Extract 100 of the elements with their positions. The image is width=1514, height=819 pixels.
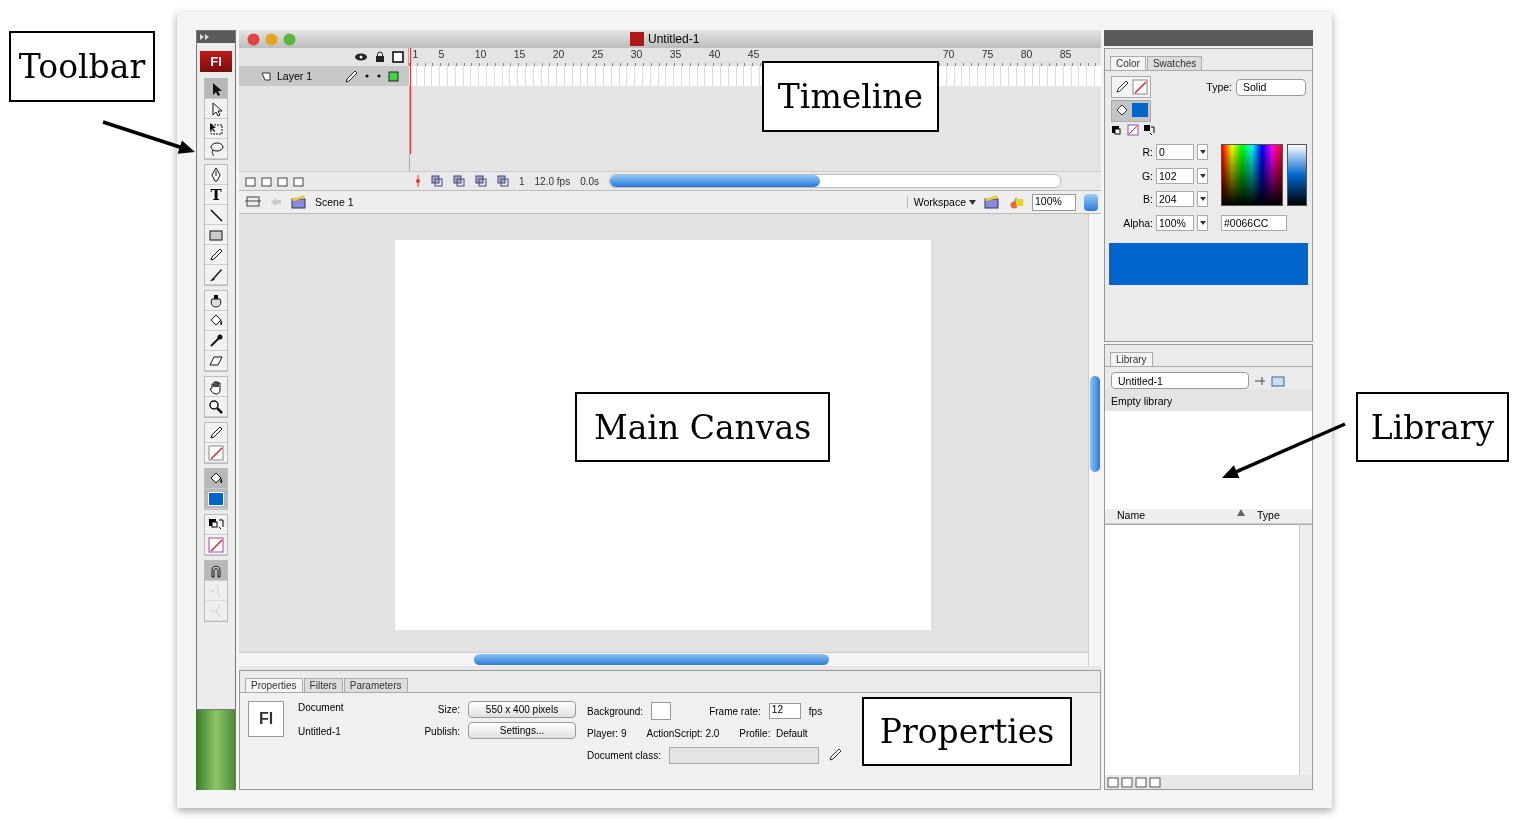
folder-icon (277, 175, 288, 187)
tool-button[interactable] (205, 561, 227, 581)
fps-label: fps (808, 705, 823, 717)
new-symbol-icon (1107, 776, 1119, 788)
column-header[interactable]: Type (1245, 509, 1280, 523)
background-color-swatch[interactable] (651, 702, 672, 720)
dot-icon (376, 73, 382, 79)
new-layer-icon (245, 175, 256, 187)
scene-icon (291, 194, 307, 210)
panel-tab[interactable]: Filters (303, 678, 343, 692)
callout-label: Main Canvas (575, 392, 830, 462)
library-dropdown[interactable]: Untitled-1 (1111, 372, 1249, 389)
tool-button[interactable] (205, 245, 227, 265)
layer-row[interactable]: Layer 1 (239, 66, 409, 86)
panel-tab[interactable]: Parameters (343, 678, 408, 692)
dropdown-button[interactable] (1197, 167, 1208, 184)
tool-button[interactable] (205, 331, 227, 351)
tool-button[interactable] (205, 469, 227, 489)
settings-button[interactable]: Settings... (468, 722, 576, 739)
channel-field[interactable]: 102 (1156, 167, 1194, 184)
workspace-menu[interactable]: Workspace (913, 196, 966, 208)
tool-button[interactable] (205, 311, 227, 331)
horizontal-scrollbar[interactable] (239, 652, 1088, 666)
new-library-icon (1271, 373, 1285, 388)
tool-button[interactable] (205, 515, 227, 535)
type-dropdown[interactable]: Solid (1236, 78, 1306, 96)
channel-field[interactable]: 100% (1156, 214, 1194, 231)
document-type: Document (298, 701, 345, 715)
panel-tab[interactable]: Color (1110, 56, 1146, 70)
pencil-icon (345, 69, 358, 83)
column-header[interactable]: Name (1105, 509, 1237, 523)
zoom-button-icon (283, 32, 296, 46)
pencil-icon (208, 246, 224, 263)
tool-button[interactable] (205, 165, 227, 185)
brightness-gradient[interactable] (1287, 144, 1307, 206)
tool-button[interactable] (205, 139, 227, 159)
channel-field[interactable]: 0 (1156, 144, 1194, 161)
callout-label: Library (1356, 392, 1509, 462)
document-class-field[interactable] (668, 746, 819, 764)
color-spectrum[interactable] (1221, 144, 1283, 206)
panel-tab[interactable]: Properties (245, 678, 303, 692)
size-button[interactable]: 550 x 400 pixels (468, 701, 576, 718)
tool-button[interactable] (205, 119, 227, 139)
frame-number: 80 (1019, 48, 1034, 60)
document-icon: Fl (248, 701, 284, 737)
stroke-color-icon (208, 444, 224, 461)
channel-label: B: (1142, 193, 1153, 206)
dropdown-button[interactable] (1197, 214, 1208, 231)
frame-rate-field[interactable]: 12 (768, 703, 801, 719)
tool-button[interactable] (205, 265, 227, 285)
frame-number: 10 (473, 48, 488, 60)
window-title: Untitled-1 (648, 32, 700, 46)
zoom-field[interactable]: 100% (1032, 193, 1076, 211)
stroke-color-icon (1132, 79, 1148, 95)
layer-icon (261, 70, 271, 82)
line-icon (208, 206, 224, 223)
frame-number: 40 (707, 48, 722, 60)
close-button-icon (247, 32, 260, 46)
document-class-label: Document class: (587, 749, 661, 761)
tool-button[interactable] (205, 205, 227, 225)
profile-label: Profile: Default (739, 727, 808, 739)
tool-button[interactable] (205, 99, 227, 119)
frame-number: 5 (437, 48, 446, 60)
pencil-icon (1114, 79, 1130, 95)
tool-button[interactable] (205, 351, 227, 371)
frame-number: 20 (551, 48, 566, 60)
vertical-scrollbar[interactable] (1088, 214, 1101, 666)
zoom-stepper[interactable] (1084, 193, 1098, 211)
properties-icon (1135, 776, 1147, 788)
fill-color-swatch[interactable] (1132, 103, 1148, 117)
panel-tab[interactable]: Library (1110, 352, 1153, 366)
tool-button[interactable] (205, 423, 227, 443)
onion-skin-icon (431, 175, 443, 187)
scene-name[interactable]: Scene 1 (315, 196, 354, 208)
pencil-icon (826, 747, 843, 763)
document-name: Untitled-1 (298, 725, 342, 739)
frame-number: 30 (629, 48, 644, 60)
frame-number: 15 (512, 48, 527, 60)
default-colors-icon (1111, 124, 1123, 136)
tool-button[interactable] (205, 79, 227, 99)
text-tool-glyph: T (210, 186, 222, 203)
dropdown-button[interactable] (1197, 144, 1208, 161)
panel-tab[interactable]: Swatches (1146, 56, 1203, 70)
tool-button[interactable] (205, 291, 227, 311)
layer-name: Layer 1 (277, 70, 314, 82)
tool-button[interactable] (205, 377, 227, 397)
caret-icon (1199, 220, 1206, 225)
trash-icon (1149, 776, 1161, 788)
tool-button[interactable]: T (205, 185, 227, 205)
frame-number: 70 (941, 48, 956, 60)
hex-field[interactable]: #0066CC (1221, 215, 1287, 231)
dot-icon (364, 73, 370, 79)
tool-button[interactable] (205, 397, 227, 417)
caret-icon (1199, 150, 1206, 155)
caret-icon (1199, 173, 1206, 178)
edit-scene-icon (984, 194, 1000, 210)
scrollbar[interactable] (609, 174, 1061, 188)
channel-field[interactable]: 204 (1156, 191, 1194, 208)
publish-label: Publish: (424, 725, 460, 739)
dropdown-button[interactable] (1197, 191, 1208, 208)
